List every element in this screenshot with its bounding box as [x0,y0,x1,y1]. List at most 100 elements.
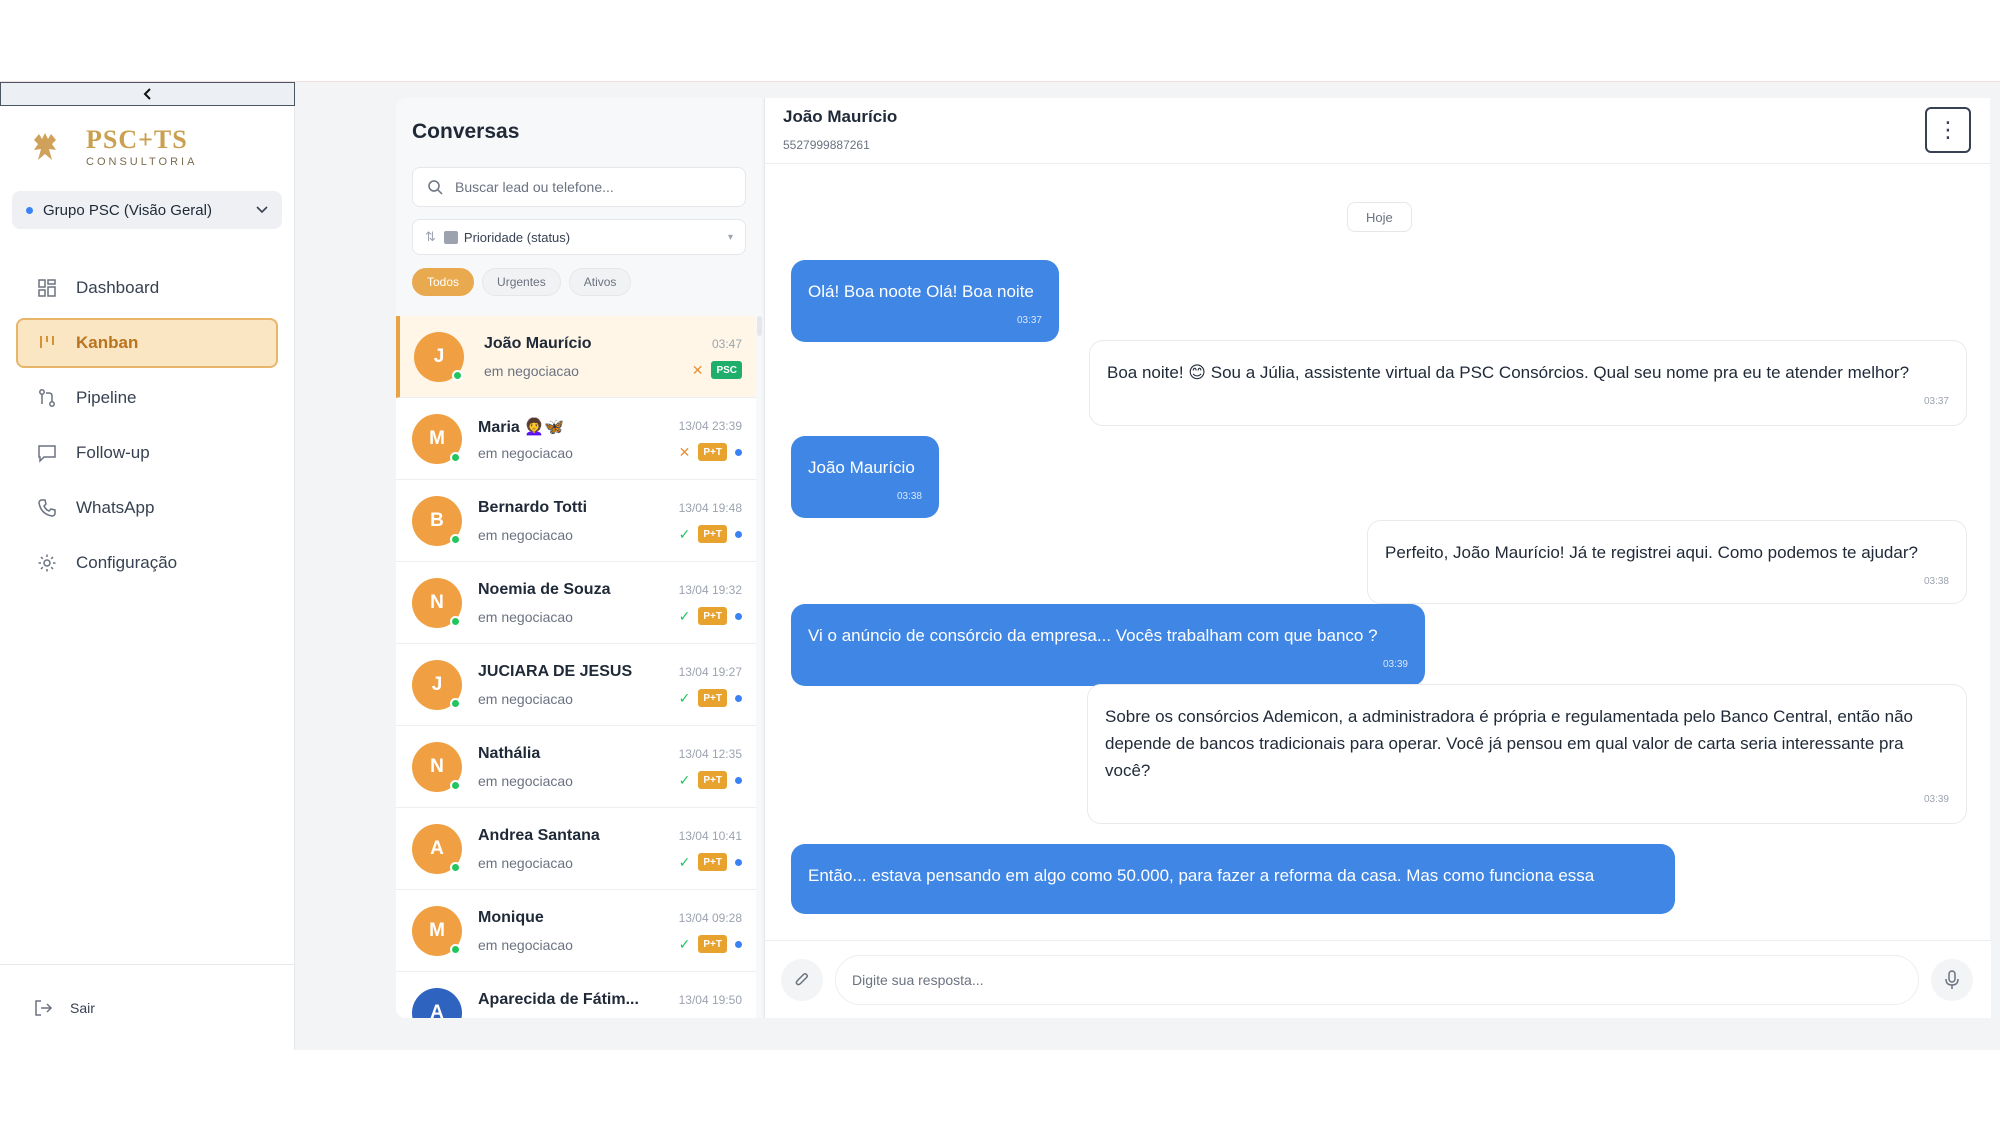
conversation-row[interactable]: A Aparecida de Fátim... 13/04 19:50 [396,972,756,1018]
message-text: Vi o anúncio de consórcio da empresa... … [808,626,1378,645]
conversation-row[interactable]: J JUCIARA DE JESUS 13/04 19:27 em negociaca… [396,644,756,726]
logout-button[interactable]: Sair [0,964,295,1050]
conversations-panel: Conversas Buscar lead ou telefone... ⇅ P… [396,98,762,1018]
check-icon: ✓ [678,607,691,624]
pipeline-icon [36,387,58,409]
chevron-down-icon: ▾ [727,231,733,243]
phone-icon [36,497,58,519]
nav-label: Pipeline [76,388,137,407]
day-separator: Hoje [1347,202,1412,232]
row-indicators: ✓ P+T [679,853,742,871]
conversations-title: Conversas [412,120,520,143]
chat-header: João Maurício 5527999887261 ⋮ [765,98,1991,164]
conversation-row[interactable]: N Noemia de Souza 13/04 19:32 em negociacao… [396,562,756,644]
company-badge: P+T [698,853,727,871]
company-badge: P+T [698,771,727,789]
nav-label: Follow-up [76,443,150,462]
message-text: Então... estava pensando em algo como 50… [808,866,1595,885]
unread-dot [735,776,742,784]
online-indicator [450,698,461,709]
contact-phone: 5527999887261 [783,138,870,152]
group-selector-label: Grupo PSC (Visão Geral) [43,201,212,219]
last-message-time: 03:47 [711,337,742,351]
brand-name: PSC+TS [86,125,188,154]
unread-dot [735,858,742,866]
company-badge: PSC [711,361,742,379]
last-message-time: 13/04 19:50 [678,993,742,1007]
chevron-down-icon [256,203,268,217]
contact-name: JUCIARA DE JESUS [478,663,633,680]
contact-name: Andrea Santana [478,827,600,844]
unread-dot [735,530,742,538]
sent-message-bubble: Sobre os consórcios Ademicon, a administ… [1087,684,1967,824]
search-input[interactable]: Buscar lead ou telefone... [412,167,746,207]
company-badge: P+T [698,935,727,953]
nav-item-configuracao[interactable]: Configuração [16,538,278,588]
sidebar-collapse-button[interactable] [0,82,295,106]
contact-name: João Maurício [783,107,898,126]
deal-status: em negociacao [484,363,579,379]
filter-urgentes[interactable]: Urgentes [482,268,561,296]
message-time: 03:39 [1382,659,1408,670]
more-vertical-icon[interactable]: ⋮ [1925,107,1971,153]
contact-name: Noemia de Souza [478,581,611,598]
row-indicators: ✓ P+T [679,771,742,789]
conversation-row[interactable]: M Maria 👩‍🦱🦋 13/04 23:39 em negociacao ✕ P+T [396,398,756,480]
nav-label: Dashboard [76,278,160,297]
nav-item-dashboard[interactable]: Dashboard [16,263,278,313]
received-message-bubble: João Maurício 03:38 [791,436,939,518]
row-indicators: ✓ P+T [679,935,742,953]
reply-input[interactable]: Digite sua resposta... [835,955,1919,1005]
microphone-icon[interactable] [1931,959,1973,1001]
contact-name: Monique [478,909,544,926]
conversation-row[interactable]: M Monique 13/04 09:28 em negociacao ✓ P+T [396,890,756,972]
filter-todos[interactable]: Todos [412,268,475,296]
conversation-list: J João Maurício 03:47 em negociacao ✕ PSC M Mar… [396,316,756,1018]
last-message-time: 13/04 19:27 [678,665,742,679]
lion-crest-icon [30,130,60,164]
bar-chart-icon [443,230,458,244]
nav-item-follow-up[interactable]: Follow-up [16,428,278,478]
last-message-time: 13/04 09:28 [678,911,742,925]
priority-sort-select[interactable]: ⇅ Prioridade (status) ▾ [412,219,746,255]
nav-item-pipeline[interactable]: Pipeline [16,373,278,423]
deal-status: em negociacao [478,773,573,789]
online-indicator [450,534,461,545]
conversation-row[interactable]: A Andrea Santana 13/04 10:41 em negociacao ✓… [396,808,756,890]
message-square-icon [36,442,58,464]
unread-dot [735,612,742,620]
company-badge: P+T [698,689,727,707]
list-scrollbar[interactable] [757,316,762,336]
search-icon [428,180,443,195]
nav-item-kanban[interactable]: Kanban [16,318,278,368]
received-message-bubble: Olá! Boa noote Olá! Boa noite 03:37 [791,260,1059,342]
row-indicators: ✓ P+T [679,607,742,625]
row-indicators: ✓ P+T [679,689,742,707]
message-text: Perfeito, João Maurício! Já te registrei… [1385,543,1918,562]
contact-name: Nathália [478,745,541,762]
deal-status: em negociacao [478,445,573,461]
deal-status: em negociacao [478,937,573,953]
deal-status: em negociacao [478,855,573,871]
message-time: 03:37 [1923,396,1949,407]
last-message-time: 13/04 19:32 [678,583,742,597]
filter-ativos[interactable]: Ativos [568,268,632,296]
gear-icon [36,552,58,574]
online-indicator [450,944,461,955]
message-text: Boa noite! 😊 Sou a Júlia, assistente vir… [1107,363,1910,382]
online-indicator [452,370,463,381]
main-nav: Dashboard Kanban Pipeline Follow-up What… [16,263,278,593]
message-thread[interactable]: Hoje Olá! Boa noote Olá! Boa noite 03:37 B… [765,164,1991,936]
group-selector[interactable]: Grupo PSC (Visão Geral) [12,191,282,229]
nav-item-whatsapp[interactable]: WhatsApp [16,483,278,533]
brand-logo: PSC+TS CONSULTORIA [30,126,197,168]
conversation-row[interactable]: J João Maurício 03:47 em negociacao ✕ PSC [396,316,756,398]
unread-dot [735,448,742,456]
online-indicator [450,862,461,873]
paperclip-icon[interactable] [781,959,823,1001]
conversation-row[interactable]: N Nathália 13/04 12:35 em negociacao ✓ P+T [396,726,756,808]
conversation-row[interactable]: B Bernardo Totti 13/04 19:48 em negociacao ✓… [396,480,756,562]
last-message-time: 13/04 23:39 [678,419,742,433]
message-text: Olá! Boa noote Olá! Boa noite [808,282,1034,301]
check-icon: ✓ [678,853,691,870]
